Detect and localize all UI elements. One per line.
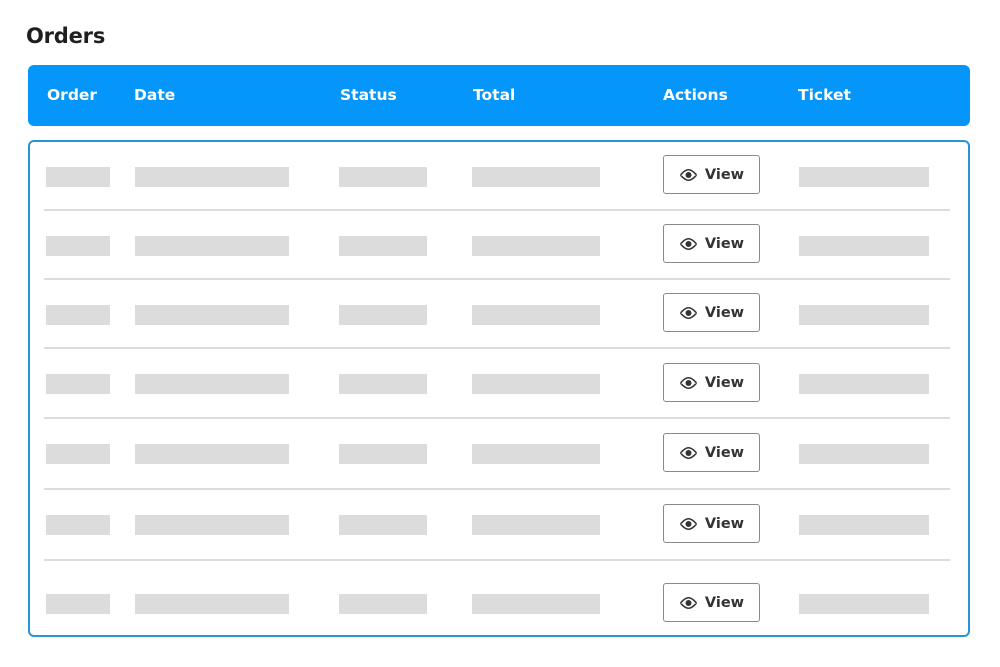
column-header-order: Order (47, 86, 98, 104)
eye-icon (679, 376, 698, 389)
order-skeleton (46, 167, 110, 187)
view-button-label: View (704, 374, 745, 391)
page-title: Orders (26, 24, 106, 48)
ticket-skeleton (799, 444, 929, 464)
total-skeleton (472, 374, 600, 394)
status-skeleton (339, 236, 427, 256)
date-skeleton (135, 167, 289, 187)
view-button[interactable]: View (663, 155, 760, 194)
status-skeleton (339, 515, 427, 535)
table-header: Order Date Status Total Actions Ticket (28, 65, 970, 126)
eye-icon (679, 446, 698, 459)
order-skeleton (46, 236, 110, 256)
table-row: View (44, 280, 950, 349)
view-button[interactable]: View (663, 583, 760, 622)
total-skeleton (472, 236, 600, 256)
order-skeleton (46, 515, 110, 535)
date-skeleton (135, 515, 289, 535)
eye-icon (679, 306, 698, 319)
status-skeleton (339, 444, 427, 464)
eye-icon (679, 168, 698, 181)
date-skeleton (135, 305, 289, 325)
column-header-actions: Actions (663, 86, 728, 104)
view-button-label: View (704, 235, 745, 252)
view-button[interactable]: View (663, 433, 760, 472)
table-body: View View View View View View View (28, 140, 970, 637)
order-skeleton (46, 305, 110, 325)
order-skeleton (46, 444, 110, 464)
total-skeleton (472, 167, 600, 187)
status-skeleton (339, 305, 427, 325)
eye-icon (679, 596, 698, 609)
date-skeleton (135, 444, 289, 464)
view-button[interactable]: View (663, 504, 760, 543)
order-skeleton (46, 594, 110, 614)
total-skeleton (472, 444, 600, 464)
view-button[interactable]: View (663, 363, 760, 402)
table-row: View (44, 490, 950, 561)
ticket-skeleton (799, 167, 929, 187)
eye-icon (679, 517, 698, 530)
view-button-label: View (704, 166, 745, 183)
date-skeleton (135, 594, 289, 614)
view-button-label: View (704, 594, 745, 611)
status-skeleton (339, 594, 427, 614)
table-row: View (44, 349, 950, 419)
total-skeleton (472, 515, 600, 535)
status-skeleton (339, 167, 427, 187)
view-button-label: View (704, 515, 745, 532)
table-row: View (44, 561, 950, 632)
column-header-ticket: Ticket (798, 86, 851, 104)
eye-icon (679, 237, 698, 250)
table-row: View (44, 211, 950, 280)
table-row: View (44, 142, 950, 211)
date-skeleton (135, 236, 289, 256)
column-header-date: Date (134, 86, 176, 104)
ticket-skeleton (799, 594, 929, 614)
order-skeleton (46, 374, 110, 394)
ticket-skeleton (799, 515, 929, 535)
total-skeleton (472, 594, 600, 614)
ticket-skeleton (799, 374, 929, 394)
total-skeleton (472, 305, 600, 325)
status-skeleton (339, 374, 427, 394)
column-header-status: Status (340, 86, 397, 104)
view-button[interactable]: View (663, 224, 760, 263)
view-button[interactable]: View (663, 293, 760, 332)
view-button-label: View (704, 444, 745, 461)
view-button-label: View (704, 304, 745, 321)
table-row: View (44, 419, 950, 490)
ticket-skeleton (799, 236, 929, 256)
column-header-total: Total (473, 86, 516, 104)
date-skeleton (135, 374, 289, 394)
ticket-skeleton (799, 305, 929, 325)
